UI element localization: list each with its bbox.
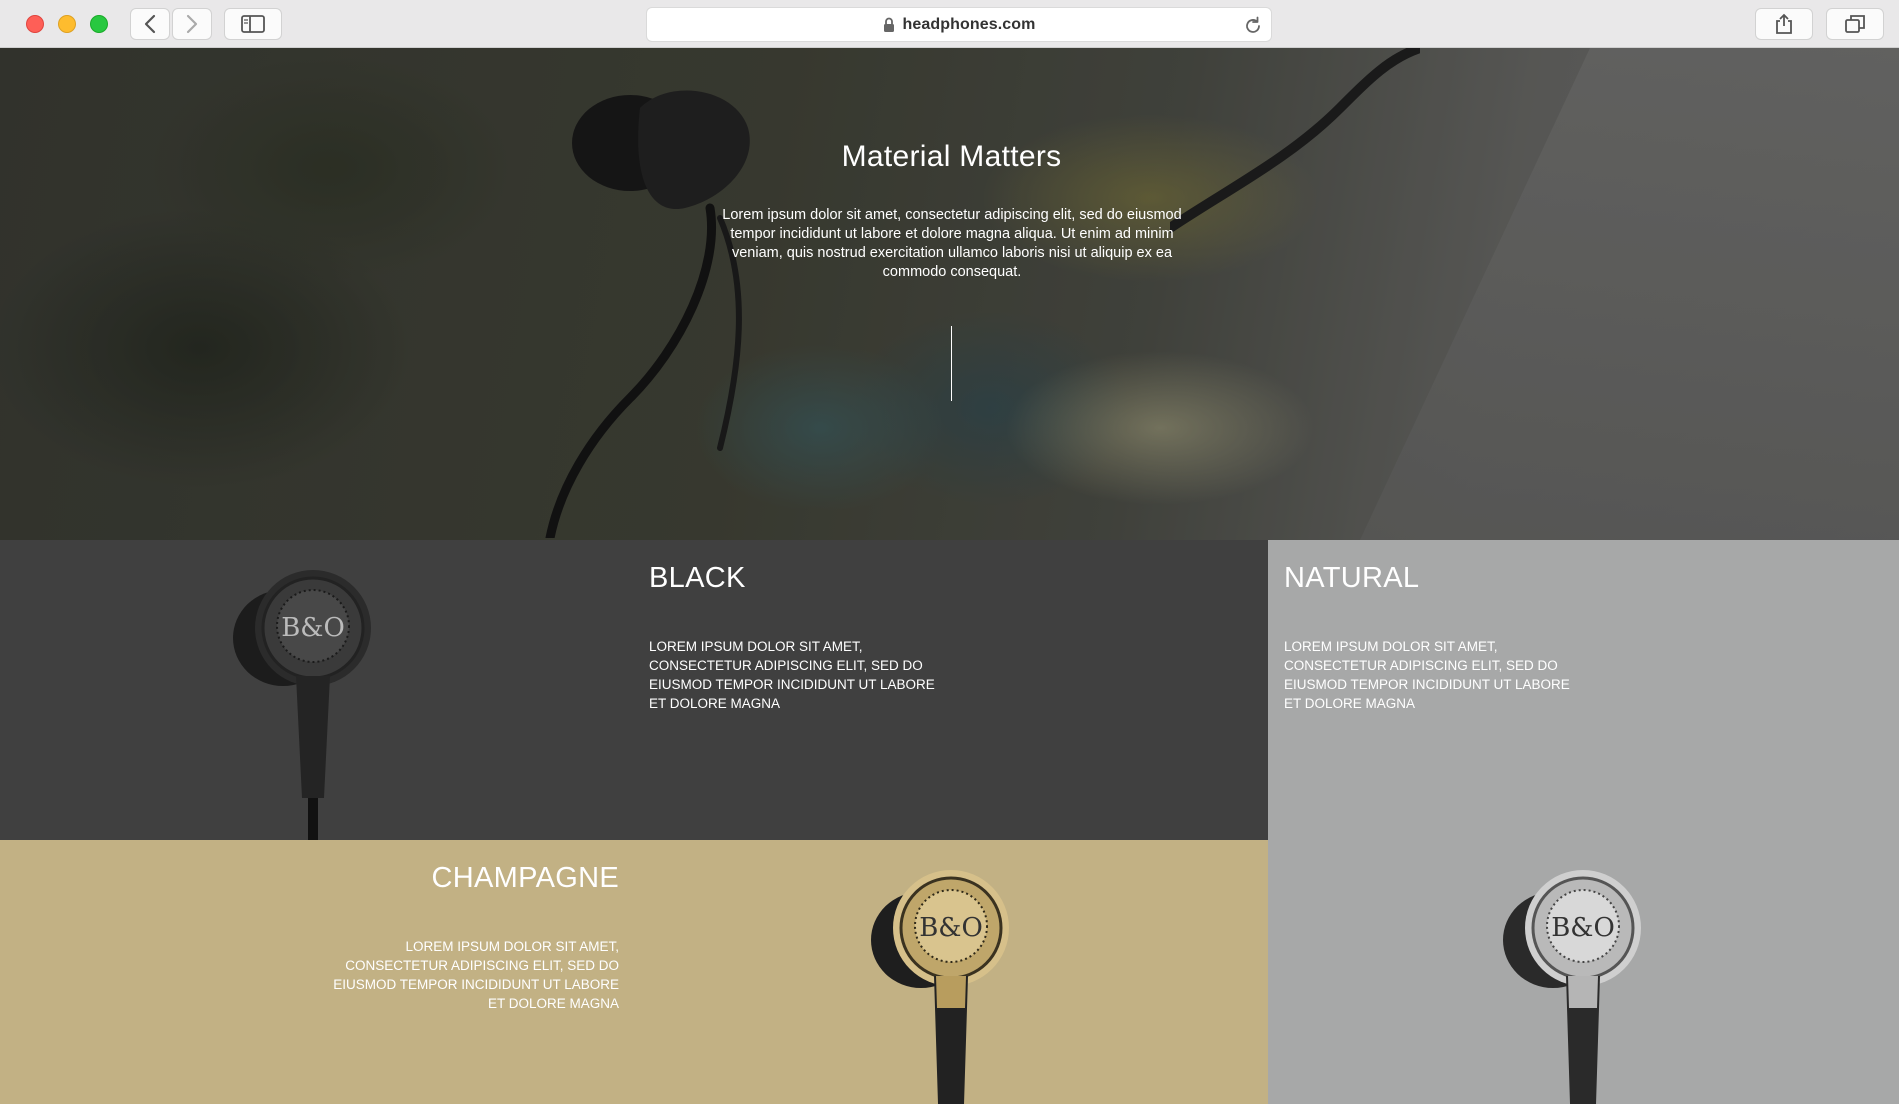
champagne-title: CHAMPAGNE (431, 862, 619, 894)
tabs-icon (1844, 14, 1866, 34)
natural-description: LOREM IPSUM DOLOR SIT AMET, CONSECTETUR … (1284, 639, 1570, 711)
forward-button[interactable] (172, 8, 212, 40)
address-bar[interactable]: headphones.com (646, 7, 1272, 42)
hero-divider (951, 326, 952, 401)
svg-text:B&O: B&O (1551, 913, 1615, 943)
zoom-window-button[interactable] (90, 15, 108, 33)
share-button[interactable] (1755, 8, 1813, 40)
chevron-right-icon (186, 14, 198, 34)
black-earbud-image: B&O (233, 570, 371, 840)
hero-description: Lorem ipsum dolor sit amet, consectetur … (722, 207, 1182, 280)
natural-earbud-image: B&O (1503, 870, 1641, 1104)
natural-title: NATURAL (1284, 562, 1420, 594)
browser-toolbar: headphones.com (0, 0, 1899, 48)
black-description: LOREM IPSUM DOLOR SIT AMET, CONSECTETUR … (649, 639, 935, 711)
variant-natural-panel: NATURAL LOREM IPSUM DOLOR SIT AMET, CONS… (1268, 540, 1899, 1104)
champagne-earbud-image: B&O (871, 870, 1009, 1104)
sidebar-button[interactable] (224, 8, 282, 40)
lock-icon (883, 17, 895, 33)
share-icon (1774, 13, 1794, 35)
svg-text:B&O: B&O (281, 613, 345, 643)
reload-icon[interactable] (1243, 16, 1263, 41)
svg-text:B&O: B&O (919, 913, 983, 943)
champagne-description: LOREM IPSUM DOLOR SIT AMET, CONSECTETUR … (333, 939, 619, 1011)
browser-window: headphones.com Material Matters Lorem ip… (0, 0, 1899, 1104)
back-button[interactable] (130, 8, 170, 40)
chevron-left-icon (144, 14, 156, 34)
tabs-button[interactable] (1826, 8, 1884, 40)
hero-overlay (0, 48, 1899, 540)
minimize-window-button[interactable] (58, 15, 76, 33)
url-text: headphones.com (902, 15, 1036, 33)
variant-champagne-panel: CHAMPAGNE LOREM IPSUM DOLOR SIT AMET, CO… (0, 840, 1268, 1104)
hero-section: Material Matters Lorem ipsum dolor sit a… (0, 48, 1899, 540)
close-window-button[interactable] (26, 15, 44, 33)
black-title: BLACK (649, 562, 746, 594)
variant-black-panel: B&O BLACK LOREM IPSUM DOLOR SIT AMET, CO… (0, 540, 1268, 840)
hero-title: Material Matters (841, 140, 1062, 173)
sidebar-icon (241, 15, 265, 33)
